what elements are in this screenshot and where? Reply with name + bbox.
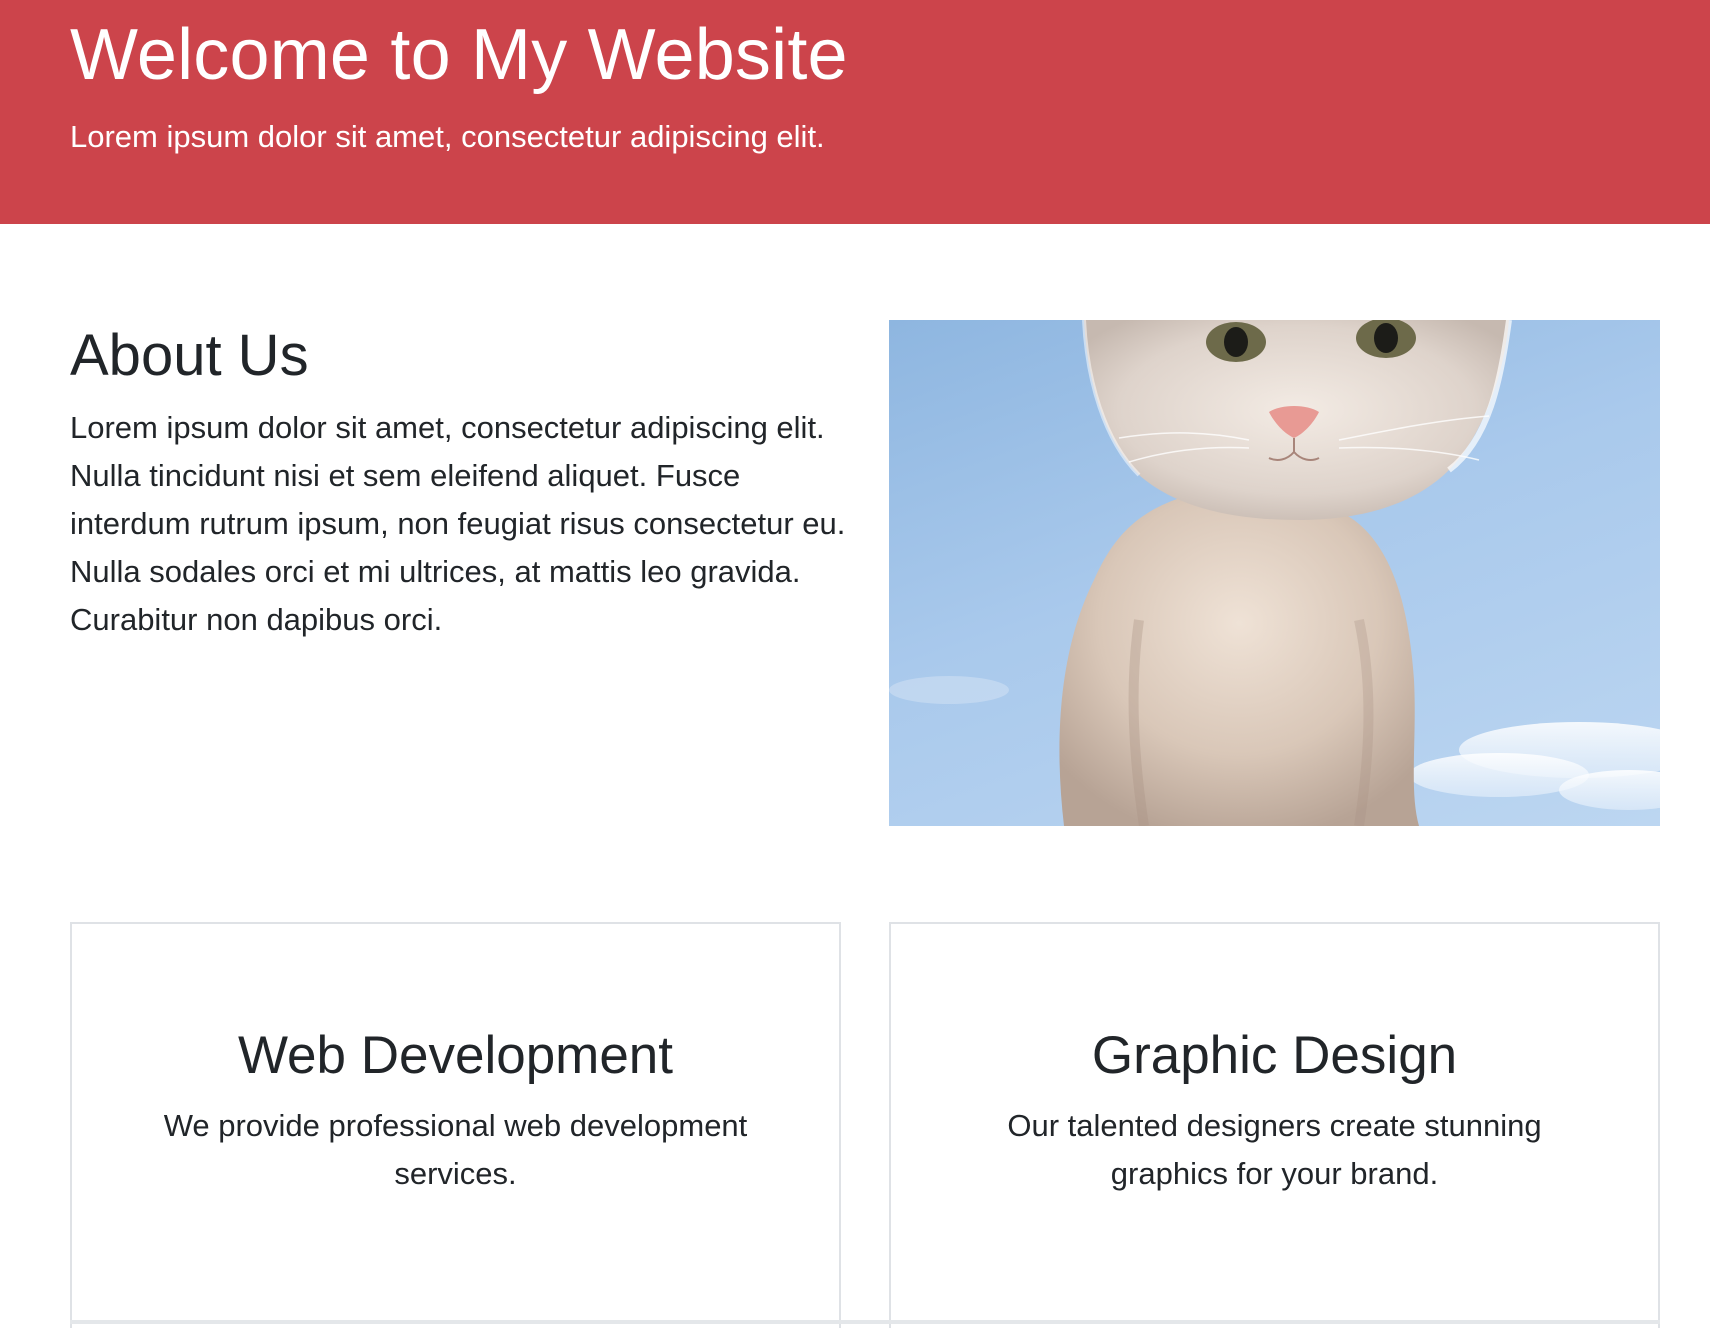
site-subtitle: Lorem ipsum dolor sit amet, consectetur … [70, 119, 825, 154]
section-divider [70, 1320, 1660, 1324]
about-title: About Us [70, 323, 309, 388]
service-title: Graphic Design [1091, 1026, 1458, 1085]
service-description: Our talented designers create stunning g… [1007, 1108, 1542, 1191]
service-title: Web Development [237, 1026, 674, 1085]
about-description: Lorem ipsum dolor sit amet, consectetur … [70, 410, 846, 637]
site-title: Welcome to My Website [70, 15, 848, 95]
service-card-graphic-design: Graphic Design Our talented designers cr… [889, 922, 1660, 1328]
site-header: Welcome to My Website Lorem ipsum dolor … [0, 0, 1710, 224]
kitten-photo [889, 320, 1660, 826]
service-card-web-development: Web Development We provide professional … [70, 922, 841, 1328]
service-description: We provide professional web development … [163, 1108, 748, 1191]
